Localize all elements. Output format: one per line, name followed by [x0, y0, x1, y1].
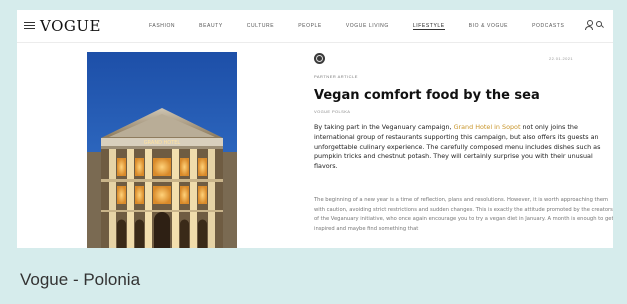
article-body: The beginning of a new year is a time of… — [314, 197, 613, 232]
publish-date: 22.01.2021 — [548, 56, 573, 61]
nav-icons — [585, 20, 603, 30]
article-title: Vegan comfort food by the sea — [314, 88, 540, 103]
nav-item-bio-vogue[interactable]: Bio & Vogue — [469, 23, 508, 30]
nav-item-beauty[interactable]: Beauty — [199, 23, 223, 30]
article-screenshot: VOGUE Fashion Beauty Culture People Vogu… — [17, 10, 613, 248]
vogue-logo[interactable]: VOGUE — [40, 17, 101, 35]
nav-item-culture[interactable]: Culture — [247, 23, 274, 30]
nav-links: Fashion Beauty Culture People Vogue Livi… — [149, 23, 588, 30]
article-category: Partner Article — [314, 74, 358, 79]
nav-item-people[interactable]: People — [298, 23, 322, 30]
article-lead: By taking part in the Veganuary campaign… — [314, 123, 613, 172]
author-avatar[interactable] — [314, 53, 325, 64]
hotel-link[interactable]: Grand Hotel in Sopot — [454, 123, 521, 131]
hamburger-menu-icon[interactable] — [24, 22, 35, 30]
nav-item-podcasts[interactable]: Podcasts — [532, 23, 564, 30]
hotel-photo: GRAND HOTEL — [87, 52, 237, 248]
top-navigation: VOGUE Fashion Beauty Culture People Vogu… — [17, 10, 613, 43]
article-author[interactable]: Vogue Polska — [314, 109, 350, 114]
search-icon[interactable] — [596, 21, 603, 28]
lead-text-start: By taking part in the Veganuary campaign… — [314, 123, 454, 131]
nav-item-vogue-living[interactable]: Vogue Living — [346, 23, 389, 30]
nav-item-lifestyle[interactable]: Lifestyle — [412, 23, 445, 30]
caption: Vogue - Polonia — [20, 270, 141, 289]
nav-item-fashion[interactable]: Fashion — [149, 23, 175, 30]
user-icon[interactable] — [585, 20, 593, 30]
hotel-sign: GRAND HOTEL — [144, 140, 181, 146]
